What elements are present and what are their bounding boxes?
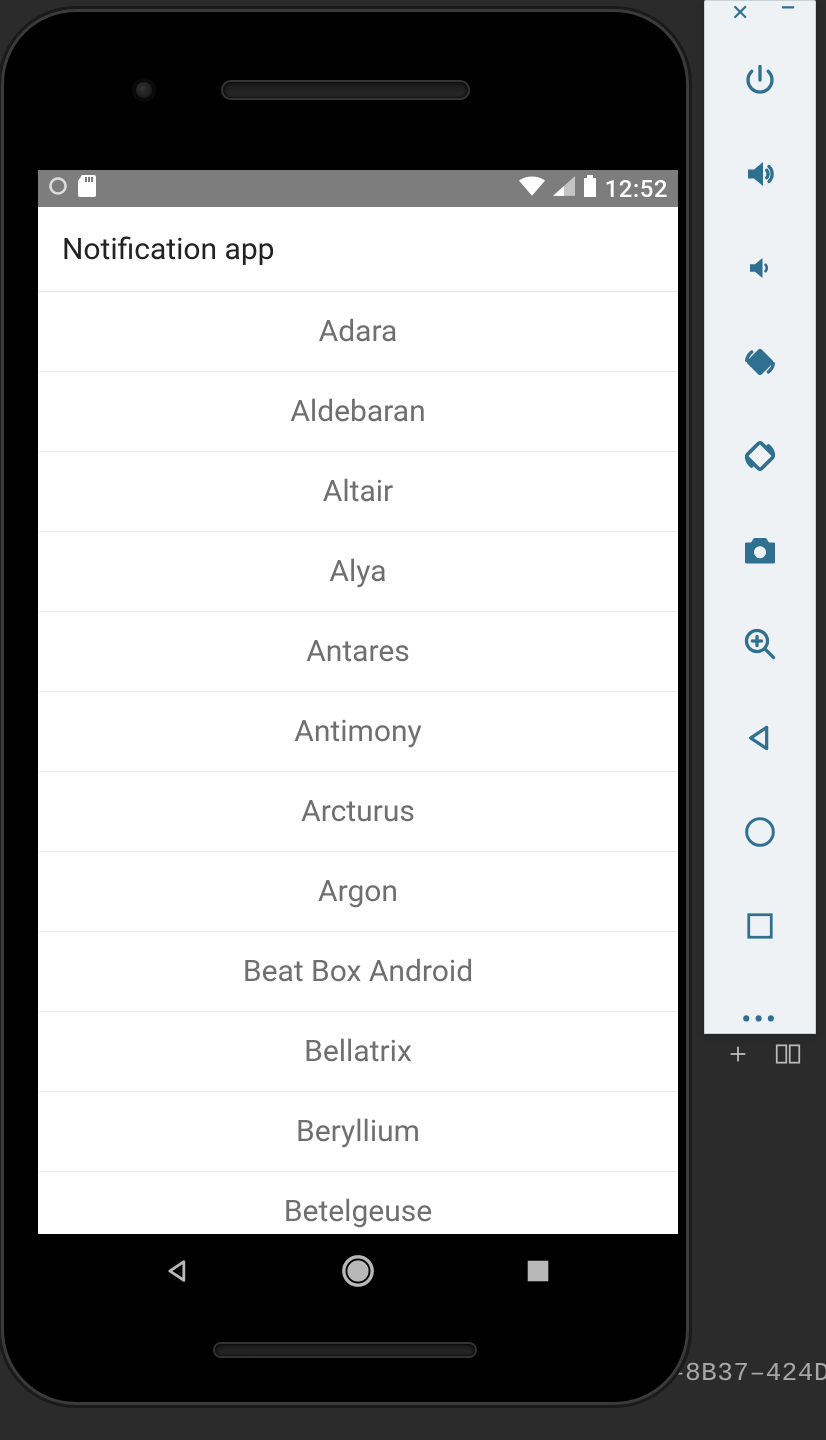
list-item[interactable]: Alya	[38, 532, 678, 612]
nav-home-button[interactable]	[340, 1253, 376, 1289]
list-item-label: Bellatrix	[304, 1034, 412, 1069]
list-item[interactable]: Bellatrix	[38, 1012, 678, 1092]
earpiece-speaker	[223, 82, 468, 98]
app-bar: Notification app	[38, 207, 678, 292]
nav-back-button[interactable]	[160, 1253, 196, 1289]
list-item-label: Adara	[319, 314, 398, 349]
list-item-label: Alya	[329, 554, 386, 589]
list-item[interactable]: Beat Box Android	[38, 932, 678, 1012]
zoom-icon[interactable]	[738, 622, 782, 666]
wifi-icon	[519, 176, 545, 202]
android-nav-bar	[38, 1234, 678, 1308]
android-status-bar: 12:52	[38, 170, 678, 207]
list-item[interactable]: Antimony	[38, 692, 678, 772]
emulator-toolbar: ✕ − •••	[704, 0, 816, 1034]
list-item[interactable]: Beryllium	[38, 1092, 678, 1172]
list-item-label: Altair	[323, 474, 393, 509]
status-bar-clock: 12:52	[605, 175, 668, 203]
home-icon[interactable]	[738, 810, 782, 854]
list-item-label: Beryllium	[296, 1114, 420, 1149]
overview-icon[interactable]	[738, 904, 782, 948]
front-camera	[136, 82, 152, 98]
rotate-left-icon[interactable]	[738, 340, 782, 384]
list-item[interactable]: Aldebaran	[38, 372, 678, 452]
list-item-label: Antares	[306, 634, 410, 669]
loading-icon	[48, 176, 68, 202]
chin-speaker	[215, 1344, 475, 1356]
list-item[interactable]: Argon	[38, 852, 678, 932]
list-item-label: Argon	[318, 874, 398, 909]
more-icon[interactable]: •••	[738, 998, 782, 1042]
list-item-label: Aldebaran	[290, 394, 425, 429]
list-item[interactable]: Adara	[38, 292, 678, 372]
rotate-right-icon[interactable]	[738, 434, 782, 478]
battery-icon	[583, 175, 597, 203]
list-item-label: Arcturus	[301, 794, 415, 829]
power-icon[interactable]	[738, 58, 782, 102]
camera-icon[interactable]	[738, 528, 782, 572]
volume-up-icon[interactable]	[738, 152, 782, 196]
list-item[interactable]: Arcturus	[38, 772, 678, 852]
volume-down-icon[interactable]	[738, 246, 782, 290]
minimize-icon[interactable]: −	[779, 0, 796, 26]
emulator-window-controls: ✕ −	[705, 1, 815, 26]
ide-background-text: 3–8B37–424D	[653, 1358, 826, 1388]
list-item-label: Beat Box Android	[243, 954, 473, 989]
items-list[interactable]: Adara Aldebaran Altair Alya Antares Antimony A…	[38, 292, 678, 1252]
close-icon[interactable]: ✕	[731, 1, 749, 26]
device-frame: 12:52 Notification app Adara Aldebaran Alt…	[4, 12, 686, 1402]
cellular-icon	[553, 176, 575, 202]
list-item-label: Betelgeuse	[284, 1194, 432, 1229]
list-item[interactable]: Altair	[38, 452, 678, 532]
sd-card-icon	[78, 175, 96, 203]
device-screen: 12:52 Notification app Adara Aldebaran Alt…	[38, 170, 678, 1308]
list-item[interactable]: Antares	[38, 612, 678, 692]
nav-overview-button[interactable]	[520, 1253, 556, 1289]
list-item-label: Antimony	[294, 714, 421, 749]
back-icon[interactable]	[738, 716, 782, 760]
app-title: Notification app	[62, 232, 275, 267]
